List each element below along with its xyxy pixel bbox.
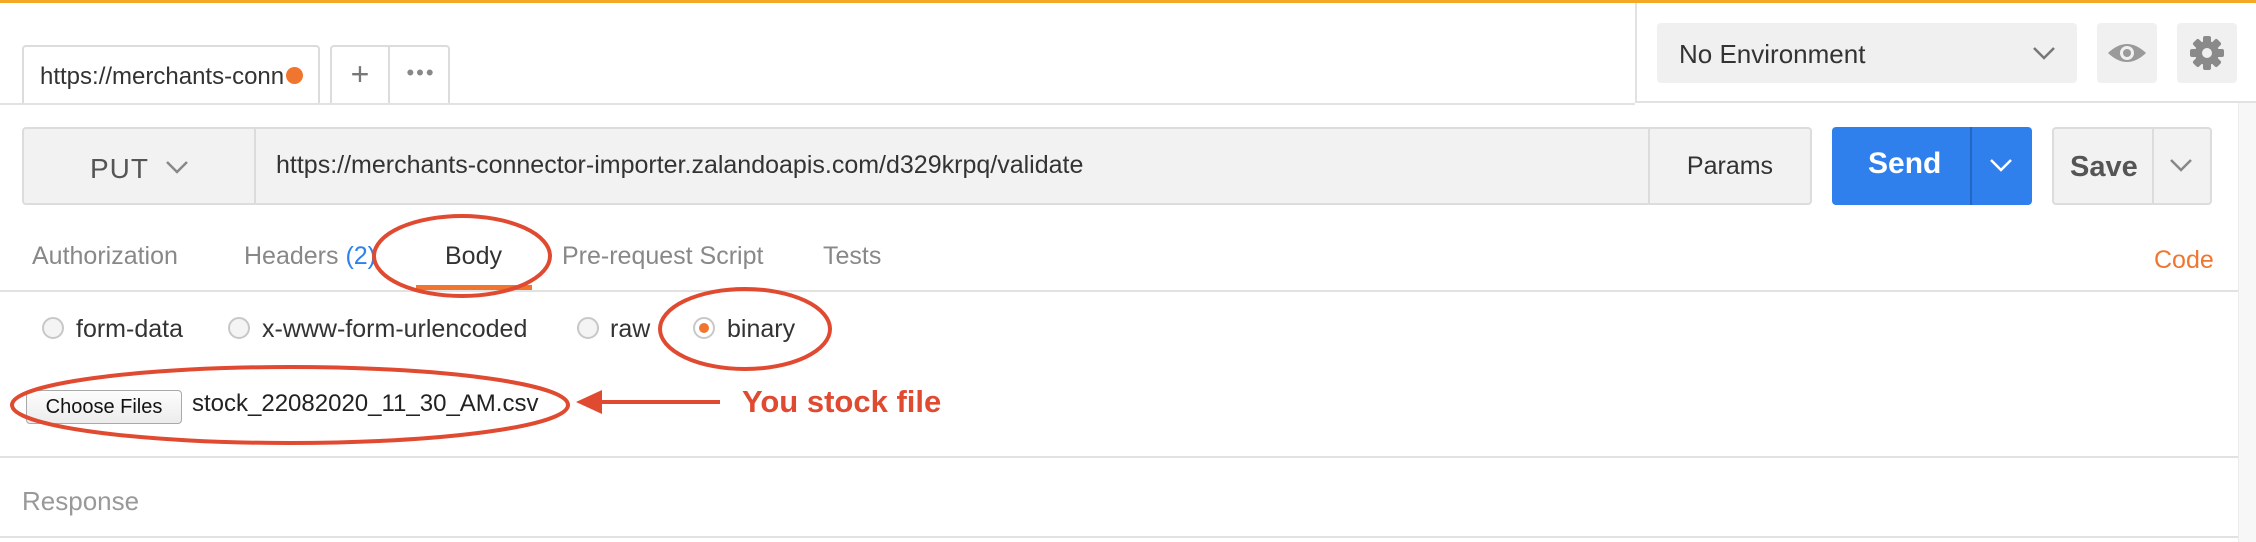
choose-files-button[interactable]: Choose Files	[26, 390, 182, 424]
params-button[interactable]: Params	[1648, 127, 1812, 205]
chevron-down-icon[interactable]	[1987, 153, 2015, 177]
tab-headers-label: Headers	[244, 242, 339, 270]
method-label: PUT	[90, 153, 149, 184]
method-select[interactable]: PUT	[22, 127, 254, 205]
request-tab[interactable]: https://merchants-connector-importer.zal…	[22, 45, 320, 103]
url-input[interactable]: https://merchants-connector-importer.zal…	[254, 127, 1650, 205]
radio-raw-label[interactable]: raw	[610, 315, 650, 344]
gear-icon	[2190, 36, 2224, 70]
save-label: Save	[2070, 151, 2138, 183]
radio-raw[interactable]	[577, 317, 599, 339]
code-link[interactable]: Code	[2154, 246, 2214, 275]
environment-quick-look-button[interactable]	[2097, 23, 2157, 83]
radio-binary-label[interactable]: binary	[727, 315, 795, 344]
radio-binary[interactable]	[693, 317, 715, 339]
request-tabs: Authorization Headers (2) Body Pre-reque…	[0, 228, 2256, 292]
annotation-label: You stock file	[742, 384, 942, 419]
response-divider	[0, 456, 2256, 458]
tab-body[interactable]: Body	[445, 242, 502, 271]
chevron-down-icon	[2033, 47, 2055, 60]
settings-button[interactable]	[2177, 23, 2237, 83]
unsaved-dot-icon	[286, 67, 303, 84]
send-divider	[1970, 127, 1972, 205]
radio-form-data-label[interactable]: form-data	[76, 315, 183, 344]
tab-actions: + •••	[330, 45, 450, 103]
chevron-down-icon[interactable]	[2168, 153, 2194, 177]
environment-select[interactable]: No Environment	[1657, 23, 2077, 83]
request-tab-title: https://merchants-connector-importer.zal…	[40, 63, 284, 90]
environment-bar: No Environment	[1635, 3, 2256, 103]
tab-headers[interactable]: Headers (2)	[244, 242, 376, 271]
tab-tests[interactable]: Tests	[823, 242, 881, 271]
send-button[interactable]: Send	[1832, 127, 2032, 205]
tab-prerequest-script[interactable]: Pre-request Script	[562, 242, 763, 271]
scrollbar-track[interactable]	[2238, 103, 2256, 542]
more-tabs-button[interactable]: •••	[392, 47, 450, 103]
save-divider	[2152, 129, 2154, 203]
response-label: Response	[22, 486, 140, 516]
annotation-arrow-head	[576, 390, 602, 414]
selected-file-name: stock_22082020_11_30_AM.csv	[192, 390, 539, 417]
environment-selected-label: No Environment	[1679, 39, 1866, 69]
chevron-down-icon	[166, 161, 188, 174]
eye-icon	[2108, 44, 2146, 62]
radio-urlencoded-label[interactable]: x-www-form-urlencoded	[262, 315, 527, 344]
tab-bar: https://merchants-connector-importer.zal…	[0, 3, 1635, 105]
new-tab-button[interactable]: +	[332, 47, 390, 103]
radio-form-data[interactable]	[42, 317, 64, 339]
response-bottom-border	[0, 536, 2256, 538]
radio-urlencoded[interactable]	[228, 317, 250, 339]
active-tab-underline	[416, 285, 532, 290]
send-label: Send	[1868, 147, 1942, 180]
tab-authorization[interactable]: Authorization	[32, 242, 178, 271]
save-button[interactable]: Save	[2052, 127, 2212, 205]
headers-count-badge: (2)	[345, 242, 377, 270]
